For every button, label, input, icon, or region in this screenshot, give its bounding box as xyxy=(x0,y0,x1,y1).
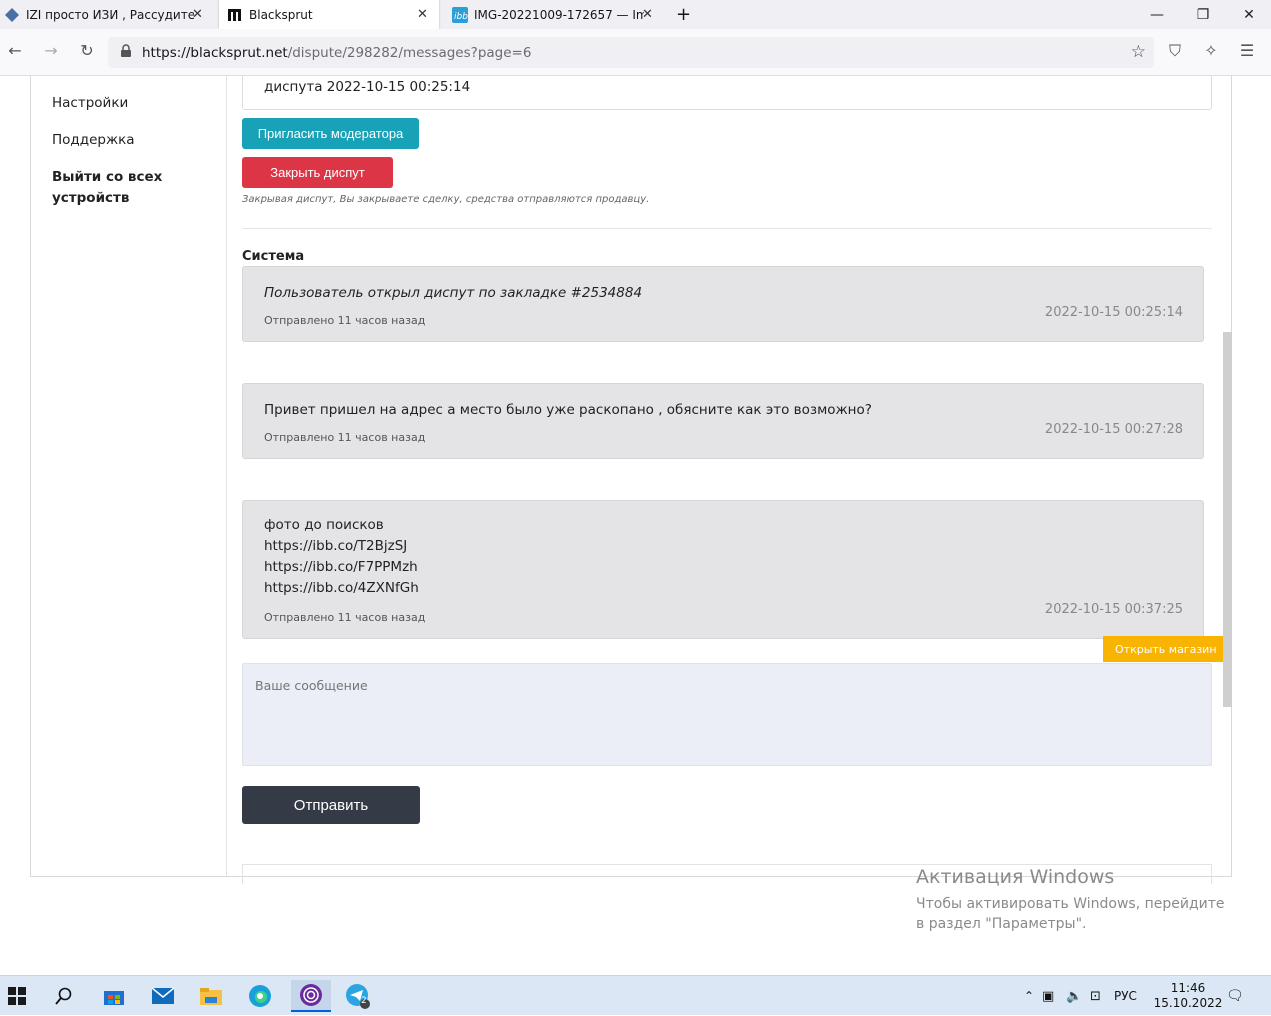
menu-icon[interactable]: ☰ xyxy=(1236,41,1258,60)
message-input[interactable] xyxy=(242,663,1212,766)
chevron-up-icon[interactable]: ⌃ xyxy=(1024,989,1042,1003)
url-host: https://blacksprut.net xyxy=(142,44,288,61)
mail-icon[interactable] xyxy=(150,983,176,1009)
bookmark-star-icon[interactable]: ☆ xyxy=(1131,42,1146,62)
watermark-title: Активация Windows xyxy=(916,866,1115,888)
display-icon[interactable]: ⊡ xyxy=(1090,989,1114,1004)
telegram-badge: 2 xyxy=(361,996,367,1006)
message-text: фото до поисков https://ibb.co/T2BjzSJ h… xyxy=(264,517,419,596)
store-icon[interactable] xyxy=(101,983,127,1009)
message-card: фото до поисков https://ibb.co/T2BjzSJ h… xyxy=(242,500,1204,639)
close-dispute-button[interactable]: Закрыть диспут xyxy=(242,157,393,188)
sidebar-item-support[interactable]: Поддержка xyxy=(52,130,135,151)
edge-browser-icon[interactable] xyxy=(247,983,273,1009)
nav-toolbar: ← → ↻ https://blacksprut.net/dispute/298… xyxy=(0,29,1271,76)
minimize-icon[interactable]: — xyxy=(1134,0,1180,29)
message-text: Привет пришел на адрес а место было уже … xyxy=(264,402,872,418)
close-icon[interactable]: ✕ xyxy=(642,7,653,22)
tab-imgbb[interactable]: ibb IMG-20221009-172657 — ImgBB ✕ xyxy=(446,0,666,29)
message-card: Пользователь открыл диспут по закладке #… xyxy=(242,266,1204,342)
send-button[interactable]: Отправить xyxy=(242,786,420,824)
dispute-content: диспута 2022-10-15 00:25:14 Пригласить м… xyxy=(242,76,1222,884)
restore-icon[interactable]: ❐ xyxy=(1180,0,1226,29)
message-date: 2022-10-15 00:37:25 xyxy=(1044,602,1183,617)
new-tab-button[interactable]: + xyxy=(676,0,696,29)
dispute-info-text: диспута 2022-10-15 00:25:14 xyxy=(264,79,471,95)
extensions-icon[interactable]: ✧ xyxy=(1200,41,1222,60)
clock-date: 15.10.2022 xyxy=(1153,996,1223,1010)
message-date: 2022-10-15 00:27:28 xyxy=(1044,422,1183,437)
dispute-info-box: диспута 2022-10-15 00:25:14 xyxy=(242,76,1212,110)
close-icon[interactable]: ✕ xyxy=(192,7,203,22)
forward-icon[interactable]: → xyxy=(40,41,62,60)
watermark-text: Чтобы активировать Windows, перейдите в … xyxy=(916,896,1225,932)
back-icon[interactable]: ← xyxy=(4,41,26,60)
tab-title: Blacksprut xyxy=(249,7,313,22)
invite-moderator-button[interactable]: Пригласить модератора xyxy=(242,118,419,149)
lock-icon xyxy=(120,44,132,61)
url-path: /dispute/298282/messages?page=6 xyxy=(287,44,532,61)
tab-blacksprut[interactable]: Blacksprut ✕ xyxy=(219,0,439,29)
clock-time: 11:46 xyxy=(1170,981,1206,995)
windows-start-icon[interactable] xyxy=(4,983,30,1009)
scrollbar[interactable] xyxy=(1223,332,1232,707)
page-viewport: Настройки Поддержка Выйти со всех устрой… xyxy=(0,76,1271,975)
main-frame: Настройки Поддержка Выйти со всех устрой… xyxy=(30,76,1232,884)
sidebar-item-settings[interactable]: Настройки xyxy=(52,93,128,114)
language-indicator[interactable]: РУС xyxy=(1114,989,1150,1003)
blacksprut-logo-icon xyxy=(227,7,243,23)
windows-activation-watermark: Активация Windows Чтобы активировать Win… xyxy=(916,866,1236,934)
volume-icon[interactable]: 🔈 xyxy=(1066,989,1090,1004)
sidebar: Настройки Поддержка Выйти со всех устрой… xyxy=(31,76,227,876)
tab-bar: IZI просто ИЗИ , Рассудите нас ✕ Blacksp… xyxy=(0,0,1271,29)
system-tray: ⌃ ▣ 🔈 ⊡ РУС 11:46 15.10.2022 🗨 xyxy=(1024,976,1264,1016)
url-bar[interactable]: https://blacksprut.net/dispute/298282/me… xyxy=(108,37,1154,68)
message-text: Пользователь открыл диспут по закладке #… xyxy=(264,285,643,301)
message-date: 2022-10-15 00:25:14 xyxy=(1044,305,1183,320)
reload-icon[interactable]: ↻ xyxy=(76,41,98,60)
tab-izi[interactable]: IZI просто ИЗИ , Рассудите нас ✕ xyxy=(0,0,216,29)
shield-icon[interactable]: ⛉ xyxy=(1164,41,1186,61)
tab-title: IMG-20221009-172657 — ImgBB xyxy=(474,7,644,22)
svg-text:ibb: ibb xyxy=(454,12,468,22)
tab-title: IZI просто ИЗИ , Рассудите нас xyxy=(26,7,194,22)
sidebar-item-logout-all[interactable]: Выйти со всех устройств xyxy=(52,167,172,209)
tor-browser-icon[interactable] xyxy=(291,980,331,1012)
message-sent-time: Отправлено 11 часов назад xyxy=(264,431,426,444)
file-explorer-icon[interactable] xyxy=(198,983,224,1009)
clock[interactable]: 11:46 15.10.2022 xyxy=(1150,981,1226,1011)
divider xyxy=(242,228,1212,229)
close-icon[interactable]: ✕ xyxy=(417,7,428,22)
message-sent-time: Отправлено 11 часов назад xyxy=(264,314,426,327)
message-card: Привет пришел на адрес а место было уже … xyxy=(242,383,1204,459)
telegram-icon[interactable]: 2 xyxy=(345,983,371,1009)
network-icon[interactable]: ▣ xyxy=(1042,989,1066,1004)
imgbb-favicon-icon: ibb xyxy=(452,6,468,23)
open-shop-button[interactable]: Открыть магазин xyxy=(1103,636,1223,662)
sender-name: Система xyxy=(242,249,305,264)
notifications-icon[interactable]: 🗨 xyxy=(1226,988,1246,1004)
close-dispute-hint: Закрывая диспут, Вы закрываете сделку, с… xyxy=(242,194,650,205)
forum-favicon-icon xyxy=(4,7,20,23)
message-sent-time: Отправлено 11 часов назад xyxy=(264,611,426,624)
taskbar: 2 ⌃ ▣ 🔈 ⊡ РУС 11:46 15.10.2022 🗨 xyxy=(0,975,1271,1015)
window-close-icon[interactable]: ✕ xyxy=(1226,0,1271,29)
search-icon[interactable] xyxy=(51,983,77,1009)
